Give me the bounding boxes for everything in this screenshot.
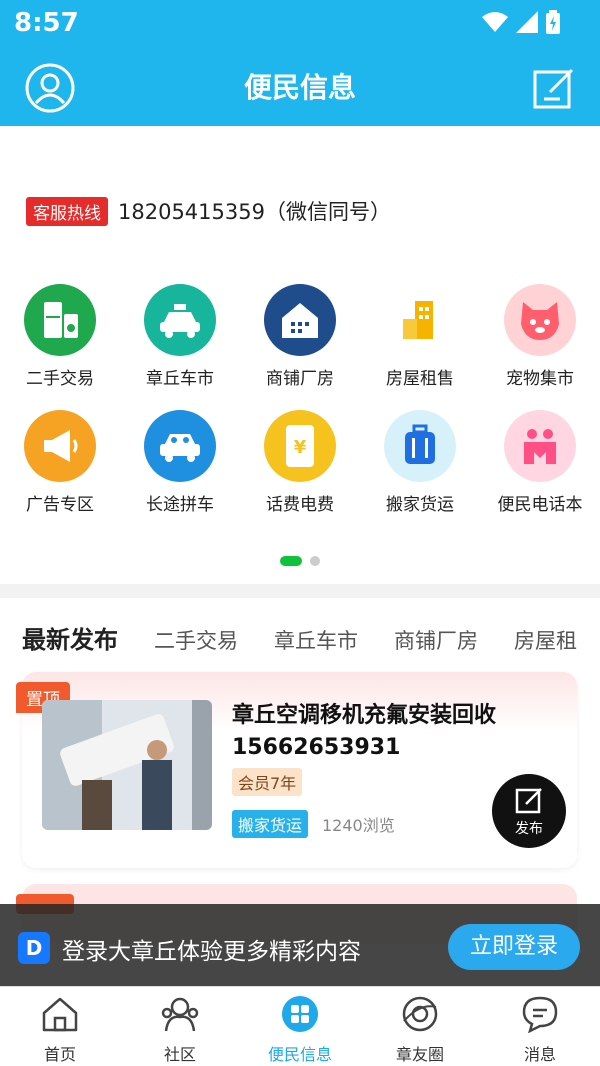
login-banner[interactable]: D 登录大章丘体验更多精彩内容 立即登录 (0, 904, 600, 986)
login-button[interactable]: 立即登录 (448, 924, 580, 970)
battery-icon (546, 10, 560, 34)
page-dot[interactable] (310, 556, 320, 566)
taxi-icon (144, 284, 216, 356)
bottom-nav: 首页 社区 便民信息 章友圈 消息 (0, 986, 600, 1066)
page-dot-active[interactable] (280, 556, 302, 566)
post-thumbnail (42, 700, 212, 830)
home-icon (42, 997, 78, 1032)
fridge-washer-icon (24, 284, 96, 356)
hotline-number: 18205415359（微信同号） (118, 200, 391, 224)
post-title[interactable]: 章丘空调移机充氟安装回收15662653931 (232, 700, 562, 764)
member-badge: 会员7年 (232, 768, 303, 796)
tab-car-market[interactable]: 章丘车市 (274, 625, 358, 655)
planet-icon (402, 996, 438, 1032)
category-housing[interactable]: 房屋租售 (360, 284, 480, 389)
phone-yuan-icon: ¥ (264, 410, 336, 482)
carpool-icon (144, 410, 216, 482)
content-area: 客服热线 18205415359（微信同号） 二手交易 章丘车市 商铺厂房 房屋… (0, 126, 600, 986)
nav-label: 便民信息 (267, 1045, 332, 1064)
latest-tabs: 最新发布 二手交易 章丘车市 商铺厂房 房屋租 (22, 620, 577, 655)
signal-icon (516, 11, 538, 33)
tab-shops-plants[interactable]: 商铺厂房 (394, 625, 478, 655)
category-label: 长途拼车 (146, 495, 214, 515)
page-title: 便民信息 (243, 71, 356, 104)
grid-icon (282, 996, 318, 1032)
status-bar: 8:57 (0, 0, 600, 48)
hotline[interactable]: 客服热线 18205415359（微信同号） (26, 196, 391, 226)
edit-icon (533, 68, 574, 109)
svg-text:¥: ¥ (294, 437, 307, 458)
app-logo-icon: D (18, 932, 50, 964)
tab-secondhand[interactable]: 二手交易 (154, 625, 238, 655)
hotline-tag: 客服热线 (26, 196, 108, 226)
nav-home[interactable]: 首页 (0, 987, 120, 1066)
status-time: 8:57 (14, 8, 79, 38)
post-card[interactable]: 置顶 章丘空调移机充氟安装回收15662653931 会员7年 搬家货运 124… (16, 672, 577, 868)
view-count: 1240浏览 (322, 816, 395, 835)
category-label: 房屋租售 (386, 369, 454, 389)
message-icon (522, 996, 558, 1034)
community-icon (161, 997, 199, 1032)
login-message: 登录大章丘体验更多精彩内容 (62, 939, 361, 965)
nav-label: 社区 (163, 1045, 196, 1064)
nav-label: 章友圈 (395, 1045, 444, 1064)
category-label: 二手交易 (26, 369, 94, 389)
latest-heading[interactable]: 最新发布 (22, 620, 118, 655)
category-label: 广告专区 (26, 495, 94, 515)
publish-fab[interactable]: 发布 (492, 774, 566, 848)
house-icon (264, 284, 336, 356)
category-ads[interactable]: 广告专区 (0, 410, 120, 515)
app-header: 便民信息 (0, 48, 600, 126)
buildings-icon (384, 284, 456, 356)
phonebook-icon (504, 410, 576, 482)
nav-friends-circle[interactable]: 章友圈 (360, 987, 480, 1066)
tab-housing[interactable]: 房屋租 (514, 625, 577, 655)
nav-label: 消息 (523, 1045, 556, 1064)
category-pet-market[interactable]: 宠物集市 (480, 284, 600, 389)
category-phonebook[interactable]: 便民电话本 (480, 410, 600, 515)
nav-convenience-info[interactable]: 便民信息 (240, 987, 360, 1066)
compose-button[interactable] (526, 60, 582, 116)
wifi-icon (482, 12, 508, 32)
nav-messages[interactable]: 消息 (480, 987, 600, 1066)
category-label: 话费电费 (266, 495, 334, 515)
category-car-market[interactable]: 章丘车市 (120, 284, 240, 389)
page-indicator (0, 556, 600, 566)
category-label: 商铺厂房 (266, 369, 334, 389)
category-label: 宠物集市 (506, 369, 574, 389)
category-label: 章丘车市 (146, 369, 214, 389)
category-phone-bills[interactable]: ¥ 话费电费 (240, 410, 360, 515)
megaphone-icon (24, 410, 96, 482)
status-icons (482, 10, 560, 34)
pet-face-icon (504, 284, 576, 356)
category-secondhand[interactable]: 二手交易 (0, 284, 120, 389)
category-label: 搬家货运 (386, 495, 454, 515)
nav-label: 首页 (43, 1045, 76, 1064)
category-label: 便民电话本 (497, 495, 583, 515)
category-badge[interactable]: 搬家货运 (232, 810, 309, 838)
edit-icon (515, 788, 542, 814)
nav-community[interactable]: 社区 (120, 987, 240, 1066)
suitcase-icon (384, 410, 456, 482)
category-moving[interactable]: 搬家货运 (360, 410, 480, 515)
publish-fab-label: 发布 (515, 821, 543, 837)
category-carpool[interactable]: 长途拼车 (120, 410, 240, 515)
category-shops-plants[interactable]: 商铺厂房 (240, 284, 360, 389)
service-panel: 客服热线 18205415359（微信同号） 二手交易 章丘车市 商铺厂房 房屋… (0, 126, 600, 584)
